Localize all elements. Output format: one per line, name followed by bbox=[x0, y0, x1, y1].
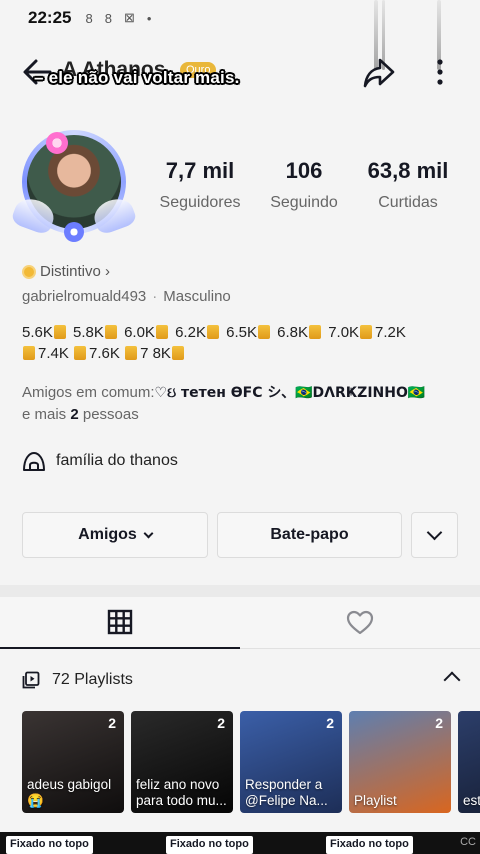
share-arrow-icon[interactable] bbox=[362, 56, 396, 90]
mutual-count: 2 bbox=[70, 406, 79, 423]
notification-icon: 8 bbox=[104, 10, 112, 26]
tab-liked[interactable] bbox=[240, 597, 480, 649]
chat-button[interactable]: Bate-papo bbox=[217, 512, 402, 558]
playlist-video-count: 2 bbox=[435, 715, 443, 731]
playlist-icon bbox=[22, 671, 40, 689]
lock-icon bbox=[257, 325, 270, 339]
heart-icon bbox=[346, 610, 374, 634]
username-handle: gabrielromuald493 bbox=[22, 288, 147, 305]
playlist-card[interactable]: 2 Playlist bbox=[349, 711, 451, 813]
playlist-title: Responder a @Felipe Na... bbox=[245, 777, 328, 808]
pinned-badge: Fixado no topo bbox=[166, 836, 253, 854]
stat-following[interactable]: 106 Seguindo bbox=[250, 158, 358, 212]
separator-dot: · bbox=[152, 288, 158, 305]
playlist-card[interactable]: est mu bbox=[458, 711, 480, 813]
lock-icon bbox=[53, 325, 66, 339]
bio-item: 6.8K bbox=[277, 324, 309, 341]
playlist-video-count: 2 bbox=[217, 715, 225, 731]
gender-label: Masculino bbox=[163, 288, 231, 305]
content-tabs bbox=[0, 597, 480, 649]
notification-icon: ⊠ bbox=[123, 10, 135, 25]
bio-item: 7.6K bbox=[89, 345, 120, 362]
stat-label: Curtidas bbox=[378, 194, 438, 211]
stat-value: 63,8 mil bbox=[367, 158, 449, 183]
stat-value: 106 bbox=[285, 158, 323, 183]
bio-item: 6.0K bbox=[124, 324, 155, 341]
bio-item: 5.6K bbox=[22, 324, 53, 341]
lock-icon bbox=[206, 325, 219, 339]
profile-stats: 7,7 mil Seguidores 106 Seguindo 63,8 mil… bbox=[150, 158, 470, 212]
playlist-title: est mu bbox=[463, 793, 480, 808]
mutual-friends[interactable]: Amigos em comum:♡ઇ тетен ϴFC シ、🇧🇷DΛRҜZIN… bbox=[22, 382, 462, 426]
pinned-badge: Fixado no topo bbox=[326, 836, 413, 854]
stat-label: Seguidores bbox=[159, 194, 241, 211]
bio-item: 6.2K bbox=[175, 324, 206, 341]
playlist-title: adeus gabigol 😭 bbox=[27, 777, 112, 808]
mutual-suffix: pessoas bbox=[82, 406, 139, 423]
chevron-down-icon bbox=[143, 528, 154, 538]
chevron-down-icon bbox=[426, 524, 443, 540]
more-options-button[interactable] bbox=[411, 512, 458, 558]
stat-followers[interactable]: 7,7 mil Seguidores bbox=[150, 158, 250, 212]
chevron-up-icon[interactable] bbox=[443, 671, 461, 689]
playlist-card[interactable]: 2 adeus gabigol 😭 bbox=[22, 711, 124, 813]
avatar[interactable] bbox=[10, 126, 138, 246]
igloo-icon bbox=[23, 452, 45, 471]
playlist-carousel: 2 adeus gabigol 😭 2 feliz ano novo para … bbox=[22, 711, 480, 813]
profile-header: A Athanos Ouro – ele não vai voltar mais… bbox=[0, 48, 480, 96]
badge-label: Distintivo › bbox=[40, 263, 111, 280]
lock-icon bbox=[155, 325, 168, 339]
grid-icon bbox=[107, 609, 133, 635]
playlists-count-label: 72 Playlists bbox=[52, 671, 133, 688]
playlist-title: feliz ano novo para todo mu... bbox=[136, 777, 227, 808]
pinned-badge: Fixado no topo bbox=[6, 836, 93, 854]
dot-icon: • bbox=[146, 10, 152, 26]
playlist-video-count: 2 bbox=[108, 715, 116, 731]
profile-bio: 5.6K 5.8K 6.0K 6.2K 6.5K 6.8K 7.0K 7.2K 7… bbox=[22, 322, 462, 364]
stat-likes[interactable]: 63,8 mil Curtidas bbox=[358, 158, 458, 212]
lock-icon bbox=[104, 325, 117, 339]
friends-button-label: Amigos bbox=[78, 526, 137, 543]
playlist-video-count: 2 bbox=[326, 715, 334, 731]
chat-button-label: Bate-papo bbox=[270, 526, 349, 543]
mutual-names: ♡ઇ тетен ϴFC シ、🇧🇷DΛRҜZINHO🇧🇷 bbox=[154, 385, 426, 401]
bio-item: 5.8K bbox=[73, 324, 104, 341]
section-divider bbox=[0, 585, 480, 597]
bio-item: 7.0K bbox=[328, 324, 360, 341]
playlist-card[interactable]: 2 feliz ano novo para todo mu... bbox=[131, 711, 233, 813]
lock-icon bbox=[125, 346, 138, 360]
flower-decoration bbox=[46, 132, 68, 154]
coin-icon bbox=[22, 264, 36, 279]
status-bar: 22:25 8 8 ⊠ • bbox=[0, 0, 480, 36]
stat-label: Seguindo bbox=[270, 194, 338, 211]
group-name: família do thanos bbox=[56, 452, 178, 469]
playlist-title: Playlist bbox=[354, 793, 397, 808]
bio-item: 6.5K bbox=[226, 324, 257, 341]
bio-item: 7.4K bbox=[38, 345, 69, 362]
bio-item: 7 8K bbox=[140, 345, 171, 362]
friends-button[interactable]: Amigos bbox=[22, 512, 208, 558]
lock-icon bbox=[171, 346, 184, 360]
group-link[interactable]: família do thanos bbox=[22, 450, 178, 472]
tab-videos[interactable] bbox=[0, 597, 240, 649]
lock-icon bbox=[23, 346, 35, 360]
bio-item: 7.2K bbox=[375, 324, 406, 341]
handle-line: gabrielromuald493 · Masculino bbox=[22, 288, 231, 305]
gem-decoration bbox=[64, 222, 84, 242]
video-caption-overlay: – ele não vai voltar mais. bbox=[34, 68, 240, 87]
lock-icon bbox=[360, 325, 373, 339]
capcut-watermark: CC bbox=[460, 836, 476, 848]
lock-icon bbox=[74, 346, 87, 360]
status-time: 22:25 bbox=[28, 8, 72, 27]
vertical-dots-icon[interactable] bbox=[430, 52, 450, 92]
stat-value: 7,7 mil bbox=[165, 158, 235, 183]
mutual-suffix: e mais bbox=[22, 406, 67, 423]
mutual-prefix: Amigos em comum: bbox=[22, 384, 155, 401]
notification-icon: 8 bbox=[85, 10, 93, 26]
playlists-header[interactable]: 72 Playlists bbox=[0, 662, 480, 698]
lock-icon bbox=[309, 325, 322, 339]
badge-link[interactable]: Distintivo › bbox=[22, 263, 110, 280]
playlist-card[interactable]: 2 Responder a @Felipe Na... bbox=[240, 711, 342, 813]
